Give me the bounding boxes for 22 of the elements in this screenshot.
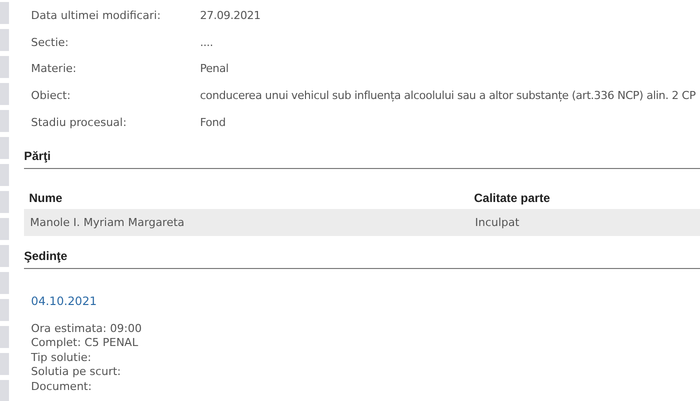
- hearing-detail: Solutia pe scurt:: [31, 365, 122, 380]
- field-label: Data ultimei modificari:: [31, 8, 162, 22]
- column-header: Calitate parte: [474, 191, 550, 206]
- field-value: conducerea unui vehicul sub influența alcoolului sau a altor substanțe (art.336 NCP) alin. 2 CP: [200, 89, 696, 102]
- hearing-detail: Ora estimata: 09:00: [31, 322, 143, 336]
- field-label: Sectie:: [31, 36, 70, 49]
- column-header: Nume: [28, 191, 64, 206]
- field-label: Stadiu procesual:: [31, 116, 128, 130]
- field-value: ....: [200, 36, 213, 49]
- hearing-date[interactable]: 04.10.2021: [31, 294, 700, 308]
- table-cell: Inculpat: [475, 216, 520, 229]
- hearing-detail: Tip solutie:: [31, 350, 92, 366]
- table-cell-text: Manole I. Myriam Margareta: [29, 216, 186, 229]
- field-value: Penal: [200, 62, 229, 76]
- section-heading: Şedinţe: [24, 236, 700, 269]
- section-heading: Părţi: [24, 136, 700, 169]
- hearing-detail: Document:: [31, 380, 93, 394]
- field-value: Fond: [200, 116, 226, 130]
- hearing-detail: Complet: C5 PENAL: [31, 336, 140, 351]
- field-label: Materie:: [31, 62, 78, 76]
- field-value: 27.09.2021: [200, 8, 260, 22]
- field-label: Obiect:: [31, 89, 72, 102]
